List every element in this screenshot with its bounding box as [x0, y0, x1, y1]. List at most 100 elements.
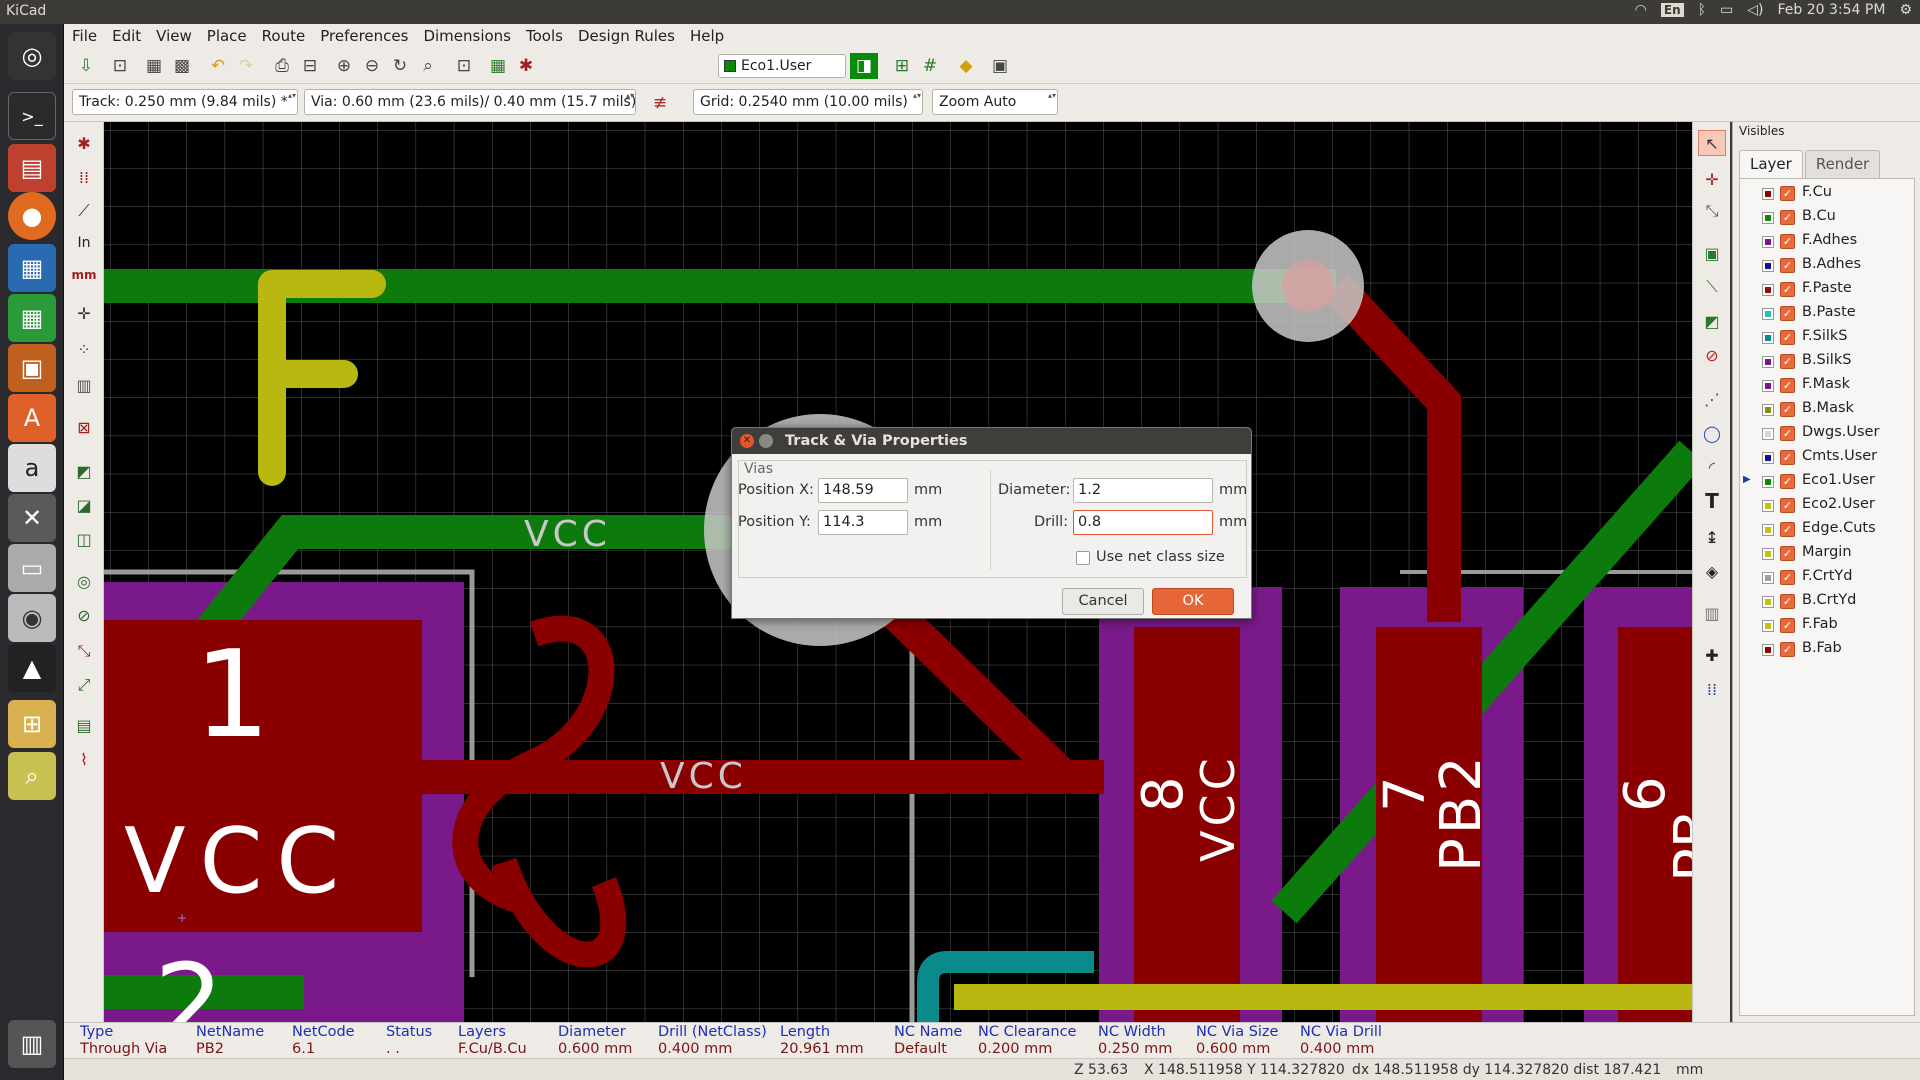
gear-icon[interactable]: ⚙ [1899, 2, 1912, 18]
module-ratsnest-icon[interactable]: ▥ [70, 372, 98, 398]
layer-row[interactable]: ✓ B.Mask [1740, 399, 1916, 421]
layer-color-swatch[interactable] [1762, 212, 1774, 224]
layer-color-swatch[interactable] [1762, 380, 1774, 392]
layer-row[interactable]: ✓ F.SilkS [1740, 327, 1916, 349]
layer-row[interactable]: ✓ F.Mask [1740, 375, 1916, 397]
track-width-select[interactable]: Track: 0.250 mm (9.84 mils) * [72, 89, 298, 115]
track-sketch-icon[interactable]: ⤡ [70, 638, 98, 664]
polar-coords-icon[interactable]: ⟋ [70, 198, 98, 224]
layer-color-swatch[interactable] [1762, 596, 1774, 608]
zoom-out-icon[interactable]: ⊖ [358, 53, 386, 79]
layer-color-swatch[interactable] [1762, 308, 1774, 320]
refresh-icon[interactable]: ↻ [386, 53, 414, 79]
layer-row[interactable]: ✓ B.Fab [1740, 639, 1916, 661]
layer-color-swatch[interactable] [1762, 644, 1774, 656]
layer-color-swatch[interactable] [1762, 476, 1774, 488]
plot-icon[interactable]: ⊟ [296, 53, 324, 79]
open-board-icon[interactable]: ▦ [140, 53, 168, 79]
drill-input[interactable]: 0.8 [1073, 510, 1213, 535]
menu-preferences[interactable]: Preferences [320, 27, 408, 45]
add-text-icon[interactable]: T [1698, 488, 1726, 514]
highlight-net-icon[interactable]: ✛ [1698, 166, 1726, 192]
layer-visibility-checkbox[interactable]: ✓ [1780, 378, 1795, 393]
use-netclass-checkbox[interactable] [1076, 551, 1090, 565]
layer-visibility-checkbox[interactable]: ✓ [1780, 306, 1795, 321]
select-tool-icon[interactable]: ↖ [1698, 130, 1726, 156]
layer-color-swatch[interactable] [1762, 620, 1774, 632]
layer-color-swatch[interactable] [1762, 548, 1774, 560]
firefox-icon[interactable]: ● [8, 192, 56, 240]
active-layer-select[interactable]: Eco1.User [718, 54, 846, 78]
delete-tool-icon[interactable]: ▥ [1698, 600, 1726, 626]
menu-view[interactable]: View [156, 27, 192, 45]
grid-select[interactable]: Grid: 0.2540 mm (10.00 mils) [693, 89, 923, 115]
print-icon[interactable]: ⎙ [268, 53, 296, 79]
add-dimension-icon[interactable]: ↨ [1698, 524, 1726, 550]
add-zone-icon[interactable]: ◩ [1698, 308, 1726, 334]
calc-icon[interactable]: ▦ [8, 294, 56, 342]
disk-icon[interactable]: ▭ [8, 544, 56, 592]
layer-manager-icon[interactable]: ▤ [70, 712, 98, 738]
layer-visibility-checkbox[interactable]: ✓ [1780, 522, 1795, 537]
layer-visibility-checkbox[interactable]: ✓ [1780, 498, 1795, 513]
layer-visibility-checkbox[interactable]: ✓ [1780, 570, 1795, 585]
layer-row[interactable]: ✓ B.CrtYd [1740, 591, 1916, 613]
layer-visibility-checkbox[interactable]: ✓ [1780, 642, 1795, 657]
layer-color-swatch[interactable] [1762, 428, 1774, 440]
tab-render[interactable]: Render [1804, 150, 1881, 178]
layer-row[interactable]: ✓ B.SilkS [1740, 351, 1916, 373]
menu-design-rules[interactable]: Design Rules [578, 27, 675, 45]
layer-color-swatch[interactable] [1762, 332, 1774, 344]
menu-route[interactable]: Route [262, 27, 306, 45]
gerbview-icon[interactable]: ⌕ [8, 752, 56, 800]
drc-icon[interactable]: ✱ [512, 53, 540, 79]
layer-visibility-checkbox[interactable]: ✓ [1780, 282, 1795, 297]
minimize-icon[interactable] [759, 434, 773, 448]
layer-visibility-checkbox[interactable]: ✓ [1780, 450, 1795, 465]
amazon-icon[interactable]: a [8, 444, 56, 492]
ubuntu-logo-icon[interactable]: ◎ [8, 32, 56, 80]
menu-tools[interactable]: Tools [526, 27, 563, 45]
files-icon[interactable]: ▤ [8, 144, 56, 192]
zone-sketch-icon[interactable]: ◫ [70, 526, 98, 552]
close-icon[interactable]: ✕ [740, 434, 754, 448]
layer-visibility-checkbox[interactable]: ✓ [1780, 210, 1795, 225]
auto-delete-track-icon[interactable]: ⊠ [70, 414, 98, 440]
wifi-icon[interactable]: ◠ [1635, 2, 1647, 18]
units-mm-button[interactable]: mm [70, 262, 98, 288]
local-ratsnest-icon[interactable]: ⤡ [1698, 198, 1726, 224]
clock[interactable]: Feb 20 3:54 PM [1778, 2, 1886, 18]
keepout-icon[interactable]: ⊘ [1698, 342, 1726, 368]
tab-layer[interactable]: Layer [1739, 150, 1803, 178]
menu-help[interactable]: Help [690, 27, 724, 45]
camera-icon[interactable]: ◉ [8, 594, 56, 642]
layer-visibility-checkbox[interactable]: ✓ [1780, 186, 1795, 201]
menu-edit[interactable]: Edit [112, 27, 141, 45]
zone-fill-icon[interactable]: ◩ [70, 458, 98, 484]
bluetooth-icon[interactable]: ᛒ [1698, 2, 1706, 18]
battery-icon[interactable]: ▭ [1720, 2, 1733, 18]
route-track-icon[interactable]: ⟍ [1698, 274, 1726, 300]
layer-visibility-checkbox[interactable]: ✓ [1780, 354, 1795, 369]
layer-row[interactable]: ✓ Margin [1740, 543, 1916, 565]
layer-color-swatch[interactable] [1762, 356, 1774, 368]
layer-color-swatch[interactable] [1762, 452, 1774, 464]
zoom-fit-icon[interactable]: ⌕ [414, 53, 442, 79]
scripting-console-icon[interactable]: ▣ [986, 53, 1014, 79]
diameter-input[interactable]: 1.2 [1073, 478, 1213, 503]
layer-row[interactable]: ✓ Cmts.User [1740, 447, 1916, 469]
layer-color-swatch[interactable] [1762, 524, 1774, 536]
layer-row[interactable]: ✓ B.Paste [1740, 303, 1916, 325]
interactive-router-icon[interactable]: ◆ [952, 53, 980, 79]
cancel-button[interactable]: Cancel [1062, 588, 1144, 615]
add-arc-icon[interactable]: ◜ [1698, 454, 1726, 480]
layer-row[interactable]: ✓ B.Adhes [1740, 255, 1916, 277]
menu-dimensions[interactable]: Dimensions [423, 27, 511, 45]
layer-visibility-checkbox[interactable]: ✓ [1780, 474, 1795, 489]
layer-row[interactable]: ✓ F.Fab [1740, 615, 1916, 637]
layer-visibility-checkbox[interactable]: ✓ [1780, 330, 1795, 345]
add-footprint-icon[interactable]: ▣ [1698, 240, 1726, 266]
ratsnest-icon[interactable]: ⁘ [70, 336, 98, 362]
layer-visibility-checkbox[interactable]: ✓ [1780, 618, 1795, 633]
layer-visibility-checkbox[interactable]: ✓ [1780, 258, 1795, 273]
